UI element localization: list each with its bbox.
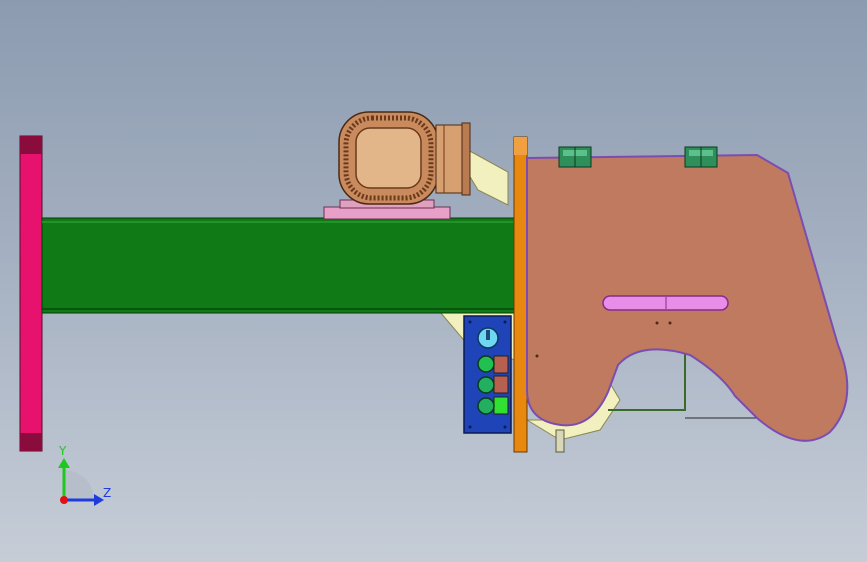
screw-tr bbox=[503, 320, 507, 324]
beam-body bbox=[41, 217, 517, 314]
indicator-green bbox=[493, 396, 509, 415]
selector-switch-knob bbox=[486, 330, 490, 340]
end-plate-top-cap bbox=[20, 136, 42, 154]
motor-flange bbox=[461, 122, 471, 196]
end-plate[interactable] bbox=[19, 135, 43, 452]
guard-hole-1 bbox=[655, 321, 659, 325]
flange-plate-body bbox=[513, 136, 528, 453]
control-box[interactable] bbox=[463, 315, 512, 434]
main-beam[interactable] bbox=[41, 217, 517, 314]
cad-viewport[interactable]: Y Z bbox=[0, 0, 867, 562]
indicator-red-2 bbox=[493, 375, 509, 394]
guard-hole-3 bbox=[535, 354, 539, 358]
screw-tl bbox=[468, 320, 472, 324]
guard-bolt bbox=[555, 429, 565, 453]
flange-plate[interactable] bbox=[513, 136, 528, 453]
z-axis-label: Z bbox=[103, 486, 111, 500]
y-axis-arrow bbox=[58, 458, 70, 468]
blade-guard[interactable] bbox=[526, 153, 849, 442]
push-button-1[interactable] bbox=[477, 355, 495, 373]
hinge-right[interactable] bbox=[684, 146, 718, 168]
assembly-drawing[interactable]: Y Z bbox=[0, 0, 867, 562]
screw-bl bbox=[468, 425, 472, 429]
flange-plate-top bbox=[514, 137, 527, 155]
push-button-2[interactable] bbox=[477, 376, 495, 394]
triad-quadrant bbox=[64, 470, 94, 500]
electric-motor[interactable] bbox=[338, 111, 471, 205]
guard-hole-2 bbox=[668, 321, 672, 325]
axis-triad: Y Z bbox=[58, 444, 111, 506]
screw-br bbox=[503, 425, 507, 429]
motor-end-cap bbox=[355, 127, 422, 189]
end-plate-bottom-cap bbox=[20, 433, 42, 451]
mount-plate bbox=[323, 206, 451, 220]
hinge-left[interactable] bbox=[558, 146, 592, 168]
end-plate-body bbox=[19, 135, 43, 452]
upper-bracket bbox=[465, 149, 509, 206]
push-button-3[interactable] bbox=[477, 397, 495, 415]
triad-origin bbox=[60, 496, 68, 504]
indicator-red-1 bbox=[493, 355, 509, 374]
y-axis-label: Y bbox=[58, 444, 67, 458]
motor-terminal-box bbox=[435, 124, 465, 194]
